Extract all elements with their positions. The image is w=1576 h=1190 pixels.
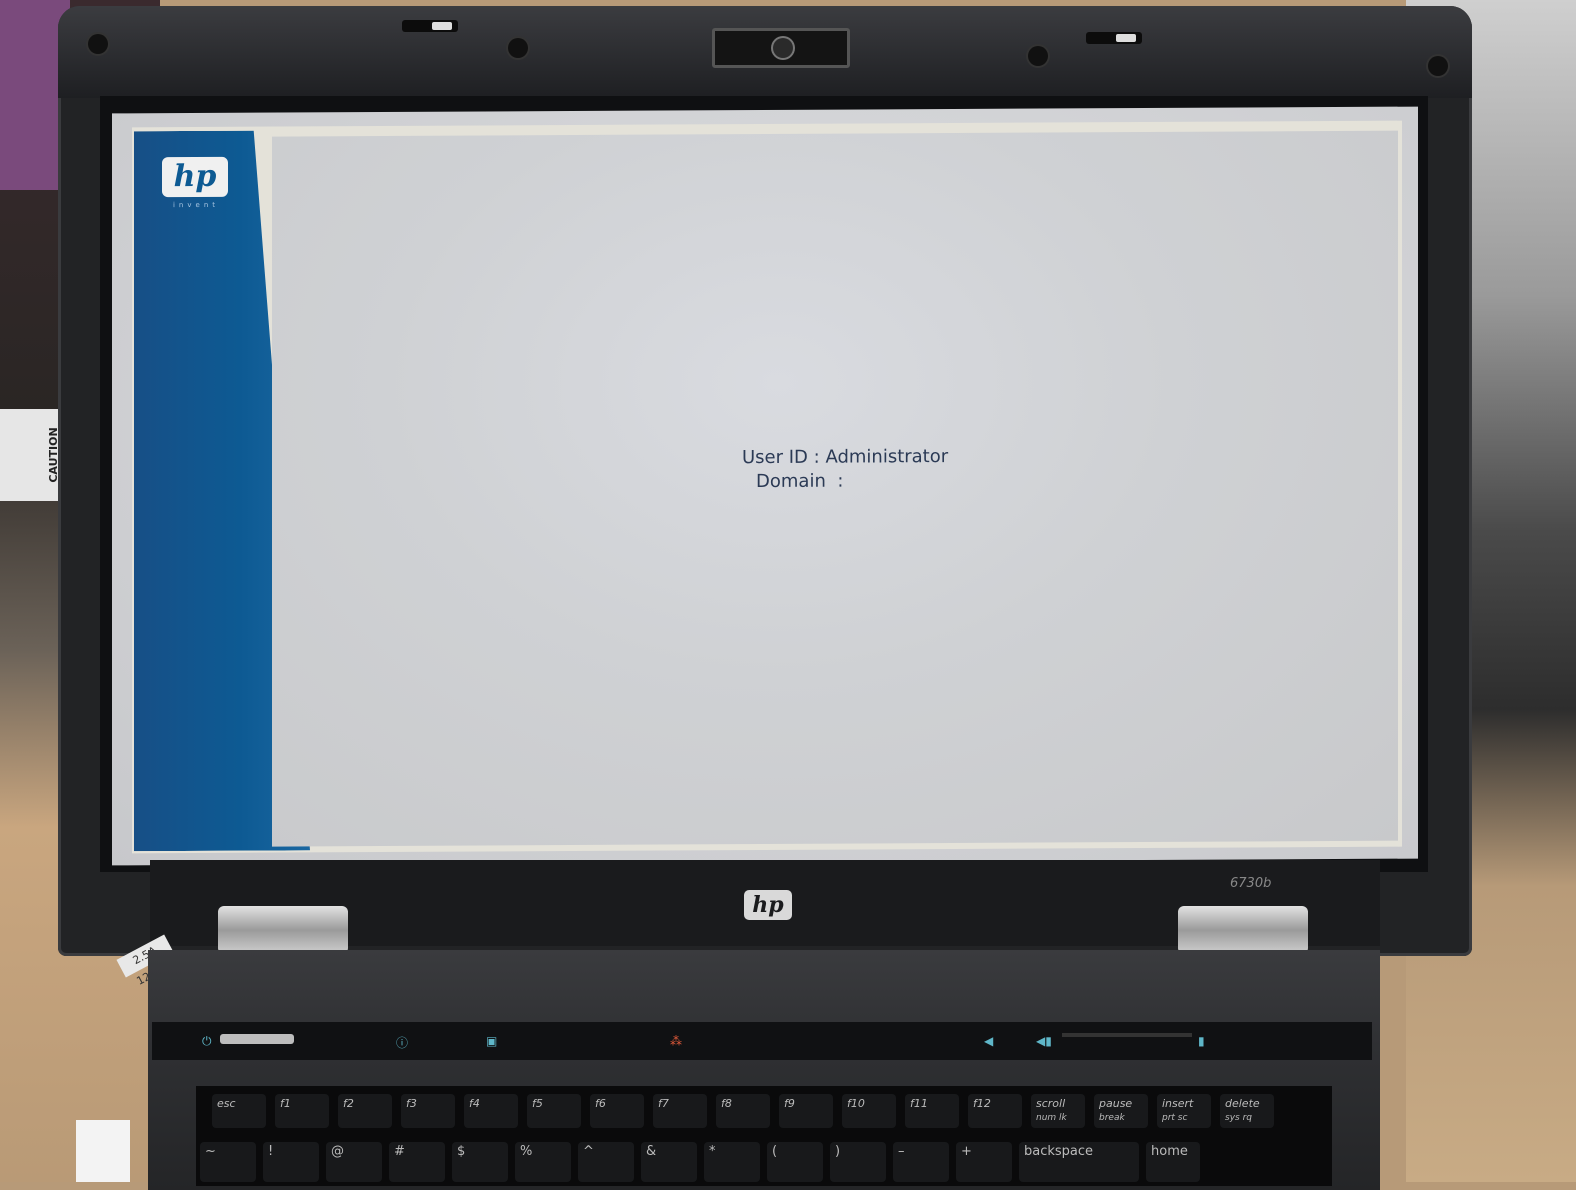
user-id-row: User ID : Administrator <box>742 445 948 470</box>
presentation-icon[interactable]: ▣ <box>486 1034 497 1048</box>
key-f5[interactable]: f5 <box>527 1094 581 1128</box>
key-pause[interactable]: pause break <box>1094 1094 1148 1128</box>
screw-icon <box>1428 56 1448 76</box>
domain-separator: : <box>837 470 844 492</box>
key-insert[interactable]: insert prt sc <box>1157 1094 1211 1128</box>
info-icon[interactable]: ⓘ <box>396 1034 408 1051</box>
key-f6[interactable]: f6 <box>590 1094 644 1128</box>
key-symbol[interactable]: ^ <box>578 1142 634 1182</box>
key-f11[interactable]: f11 <box>905 1094 959 1128</box>
key-scroll[interactable]: scroll num lk <box>1031 1094 1085 1128</box>
key-symbol[interactable]: ! <box>263 1142 319 1182</box>
webcam <box>712 28 850 68</box>
key-f10[interactable]: f10 <box>842 1094 896 1128</box>
key-sublabel: sys rq <box>1225 1113 1252 1123</box>
webcam-lens-icon <box>773 38 793 58</box>
key-symbol[interactable]: + <box>956 1142 1012 1182</box>
user-id-value[interactable]: Administrator <box>825 446 948 468</box>
user-id-label: User ID : <box>742 446 820 469</box>
hp-logo: hp <box>162 156 228 198</box>
key-esc[interactable]: esc <box>212 1094 266 1128</box>
key-f1[interactable]: f1 <box>275 1094 329 1128</box>
key-f9[interactable]: f9 <box>779 1094 833 1128</box>
key-symbol[interactable]: & <box>641 1142 697 1182</box>
key-symbol[interactable]: @ <box>326 1142 382 1182</box>
volume-slider[interactable] <box>1062 1033 1192 1037</box>
microphone-icon <box>508 38 528 58</box>
control-strip <box>152 1022 1372 1060</box>
bezel-hp-logo: hp <box>744 890 792 920</box>
model-label: 6730b <box>1230 876 1272 891</box>
key-symbol[interactable]: ( <box>767 1142 823 1182</box>
screw-icon <box>88 34 108 54</box>
domain-label: Domain <box>756 470 826 493</box>
microphone-icon <box>1028 46 1048 66</box>
hinge-left <box>218 906 348 954</box>
volume-up-icon[interactable]: ▮ <box>1198 1034 1205 1048</box>
key-f2[interactable]: f2 <box>338 1094 392 1128</box>
key-backspace[interactable]: backspace <box>1019 1142 1139 1182</box>
key-sublabel: prt sc <box>1162 1113 1188 1123</box>
key-symbol[interactable]: $ <box>452 1142 508 1182</box>
key-sublabel: break <box>1099 1113 1125 1123</box>
key-f3[interactable]: f3 <box>401 1094 455 1128</box>
key-f7[interactable]: f7 <box>653 1094 707 1128</box>
hp-tagline: invent <box>172 200 219 210</box>
screen: hp invent User ID : Administrator Domain… <box>112 106 1418 866</box>
key-symbol[interactable]: – <box>893 1142 949 1182</box>
key-symbol[interactable]: ~ <box>200 1142 256 1182</box>
key-f4[interactable]: f4 <box>464 1094 518 1128</box>
key-f12[interactable]: f12 <box>968 1094 1022 1128</box>
wireless-icon[interactable]: ⁂ <box>670 1034 682 1048</box>
power-button[interactable] <box>220 1034 294 1044</box>
mute-icon[interactable]: ◀ <box>984 1034 993 1048</box>
key-delete[interactable]: delete sys rq <box>1220 1094 1274 1128</box>
hinge-right <box>1178 906 1308 954</box>
lid-latch[interactable] <box>402 20 458 32</box>
key-symbol[interactable]: * <box>704 1142 760 1182</box>
power-icon[interactable]: ⏻ <box>202 1034 212 1049</box>
login-info: User ID : Administrator Domain : <box>742 445 948 494</box>
key-symbol[interactable]: % <box>515 1142 571 1182</box>
background-paper <box>76 1120 130 1182</box>
key-symbol[interactable]: # <box>389 1142 445 1182</box>
key-sublabel: num lk <box>1036 1113 1067 1123</box>
volume-icon[interactable]: ◀▮ <box>1036 1034 1052 1048</box>
key-home[interactable]: home <box>1146 1142 1200 1182</box>
key-symbol[interactable]: ) <box>830 1142 886 1182</box>
key-f8[interactable]: f8 <box>716 1094 770 1128</box>
lid-latch[interactable] <box>1086 32 1142 44</box>
domain-row: Domain : <box>742 469 948 494</box>
